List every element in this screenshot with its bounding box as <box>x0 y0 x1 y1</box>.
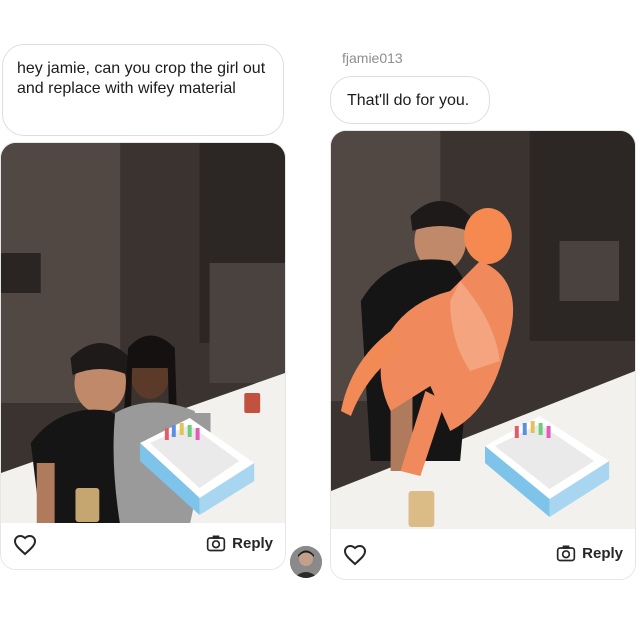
reply-label: Reply <box>232 534 273 552</box>
right-post-footer: Reply <box>331 533 635 579</box>
reply-label: Reply <box>582 544 623 562</box>
reply-button[interactable]: Reply <box>556 543 623 563</box>
left-photo[interactable] <box>1 143 285 525</box>
camera-icon <box>556 545 576 562</box>
right-photo-card: Reply <box>330 130 636 580</box>
heart-icon[interactable] <box>343 543 367 567</box>
reply-button[interactable]: Reply <box>206 533 273 553</box>
username[interactable]: fjamie013 <box>342 50 403 66</box>
left-post-footer: Reply <box>1 523 285 569</box>
left-message-bubble: hey jamie, can you crop the girl out and… <box>2 44 284 136</box>
right-message-text: That'll do for you. <box>347 92 470 109</box>
right-photo[interactable] <box>331 131 635 529</box>
left-message-text: hey jamie, can you crop the girl out and… <box>17 60 266 97</box>
avatar[interactable] <box>290 546 322 578</box>
left-photo-card: Reply <box>0 142 286 570</box>
camera-icon <box>206 535 226 552</box>
heart-icon[interactable] <box>13 533 37 557</box>
right-message-bubble: That'll do for you. <box>330 76 490 124</box>
